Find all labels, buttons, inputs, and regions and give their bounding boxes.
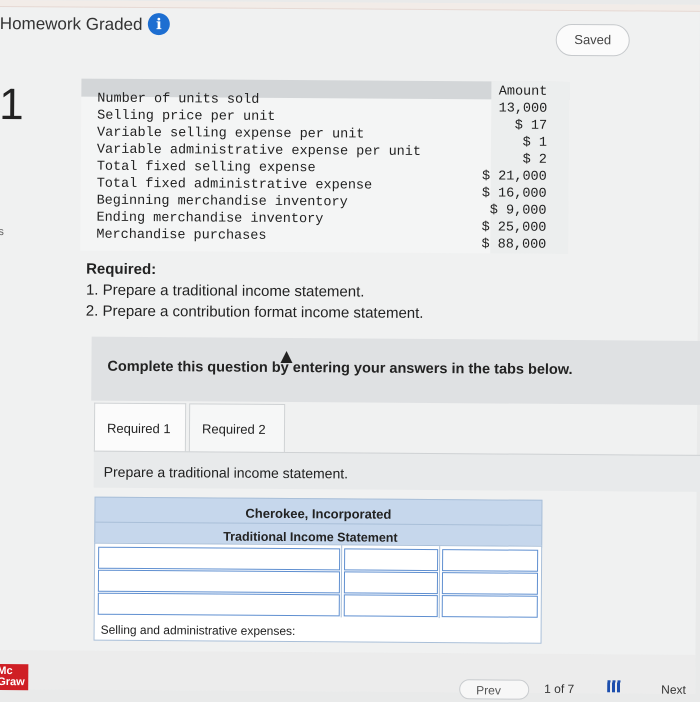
total-input-cell[interactable]: [441, 595, 538, 618]
amount-input-cell[interactable]: [343, 571, 439, 595]
income-statement-header: Cherokee, Incorporated Traditional Incom…: [94, 496, 543, 548]
row-value: $ 16,000: [481, 186, 547, 202]
info-icon[interactable]: i: [147, 13, 170, 36]
panel-instruction: Prepare a traditional income statement.: [103, 463, 349, 482]
saved-status-button[interactable]: Saved: [555, 23, 630, 57]
total-input-cell[interactable]: [442, 549, 539, 572]
data-labels: Number of units sold Selling price per u…: [96, 91, 421, 246]
tab-label: Required 1: [106, 420, 171, 437]
tab-panel-header: Prepare a traditional income statement.: [93, 450, 700, 492]
amount-header: Amount: [498, 84, 548, 100]
label-input-cell[interactable]: [98, 546, 341, 571]
required-heading: Required:: [86, 260, 157, 279]
required-item: 2. Prepare a contribution format income …: [85, 302, 424, 322]
prev-button[interactable]: Prev: [459, 679, 530, 700]
question-number: 1: [0, 79, 24, 130]
row-value: $ 88,000: [481, 237, 547, 253]
column-divider: [340, 545, 343, 618]
selling-admin-label: Selling and administrative expenses:: [100, 622, 296, 639]
side-letter: s: [0, 225, 4, 239]
tab-label: Required 2: [201, 421, 266, 437]
required-section: Required: 1. Prepare a traditional incom…: [86, 259, 424, 324]
income-statement-grid: Selling and administrative expenses:: [93, 542, 543, 644]
row-value: $ 1: [522, 135, 548, 151]
instructions-text: Complete this question by entering your …: [107, 358, 573, 379]
homework-title: Homework Graded: [0, 13, 143, 34]
company-name: Cherokee, Incorporated: [245, 505, 392, 522]
row-value: $ 17: [514, 118, 548, 134]
amount-input-cell[interactable]: [344, 548, 439, 572]
row-label: Merchandise purchases: [96, 227, 267, 244]
data-values: Amount 13,000 $ 17 $ 1 $ 2 $ 21,000 $ 16…: [426, 83, 547, 254]
tab-required-1[interactable]: Required 1: [93, 402, 187, 453]
label-input-cell[interactable]: [97, 592, 340, 617]
given-data-table: Number of units sold Selling price per u…: [80, 78, 570, 254]
row-value: $ 9,000: [489, 203, 547, 219]
statement-title: Traditional Income Statement: [223, 529, 398, 545]
required-item: 1. Prepare a traditional income statemen…: [85, 281, 365, 301]
label-input-cell[interactable]: [97, 569, 341, 594]
column-divider: [438, 546, 441, 619]
total-input-cell[interactable]: [441, 572, 539, 595]
next-button[interactable]: Next: [661, 683, 686, 697]
assignment-page: Homework Graded i Saved 1 s Number of un…: [0, 0, 700, 700]
mouse-cursor-icon: [280, 350, 293, 364]
row-value: 13,000: [498, 101, 548, 117]
logo-text: Graw: [0, 675, 25, 689]
row-value: $ 25,000: [481, 220, 547, 236]
mcgraw-logo: Mc Graw: [0, 663, 29, 691]
row-value: $ 2: [522, 152, 547, 168]
footer-bar: [0, 649, 696, 694]
instructions-banner: Complete this question by entering your …: [91, 336, 700, 405]
grid-menu-icon[interactable]: [607, 680, 622, 693]
amount-input-cell[interactable]: [343, 594, 438, 618]
tab-required-2[interactable]: Required 2: [188, 403, 286, 454]
row-value: $ 21,000: [481, 169, 547, 185]
top-bar: [0, 0, 700, 12]
